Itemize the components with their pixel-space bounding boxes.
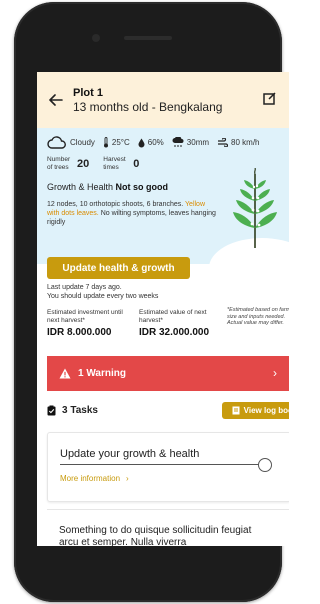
header-titles: Plot 1 13 months old - Bengkalang [73,87,222,114]
harvest-value: 0 [133,157,140,170]
last-update-text: Last update 7 days ago. [47,284,122,291]
harvest-label: Harvest times [103,156,126,171]
estimate-value: Estimated value of next harvest* IDR 32.… [139,309,221,338]
trees-value: 20 [77,157,90,170]
stat-harvest: Harvest times 0 [103,156,139,171]
plot-subtitle: 13 months old - Bengkalang [73,99,223,114]
weather-temperature: 25°C [103,137,130,148]
warning-banner[interactable]: 1 Warning › [47,356,289,391]
task-card-2-text: Something to do quisque sollicitudin feu… [59,525,252,546]
plot-info-panel: Cloudy 25°C 60% 30mm 80 km/h Number of t… [37,128,289,264]
droplet-icon [138,138,145,147]
harvest-value-amount: IDR 32.000.000 [139,327,210,338]
temperature-value: 25°C [111,138,130,147]
stat-trees: Number of trees 20 [47,156,89,171]
back-arrow-icon[interactable] [47,91,65,109]
humidity-value: 60% [147,138,164,147]
health-description: 12 nodes, 10 orthotopic shoots, 6 branch… [47,200,217,227]
estimate-investment: Estimated investment until next harvest*… [47,309,129,338]
speaker-grille [124,36,172,40]
update-frequency-text: You should update every two weeks [47,293,159,300]
task-progress-knob[interactable] [258,458,272,472]
wind-icon [218,138,229,147]
trees-label: Number of trees [47,156,71,171]
rain-value: 30mm [186,138,210,147]
phone-frame: Plot 1 13 months old - Bengkalang Cloudy… [14,2,289,602]
wind-value: 80 km/h [231,138,260,147]
view-logbook-button[interactable]: View log book [222,402,289,419]
clipboard-icon [47,405,56,416]
weather-humidity: 60% [138,138,164,148]
weather-condition: Cloudy [47,136,95,149]
update-meta: Last update 7 days ago. You should updat… [47,283,158,301]
camera-icon [92,34,100,42]
chevron-right-icon: › [126,474,129,483]
more-information-link[interactable]: More information › [60,474,129,483]
task-progress-track [60,464,266,465]
task-card[interactable]: Update your growth & health More informa… [47,432,289,502]
investment-value: IDR 8.000.000 [47,327,112,338]
edit-icon[interactable] [263,91,279,107]
health-status-value: Not so good [115,182,169,192]
more-information-label: More information [60,474,121,483]
health-label: Growth & Health [47,182,114,192]
weather-row: Cloudy 25°C 60% 30mm 80 km/h [47,136,279,149]
weather-rain: 30mm [172,137,209,148]
update-health-button[interactable]: Update health & growth [47,257,190,279]
logbook-label: View log book [243,406,289,415]
weather-condition-label: Cloudy [70,138,95,147]
cloud-icon [47,136,66,149]
app-screen: Plot 1 13 months old - Bengkalang Cloudy… [37,72,289,546]
tasks-header: 3 Tasks [47,405,98,416]
warning-icon [59,368,71,379]
estimate-note: *Estimated based on farm size and inputs… [227,307,289,326]
chevron-right-icon: › [273,366,277,380]
thermometer-icon [103,137,108,148]
header: Plot 1 13 months old - Bengkalang [37,72,289,128]
task-card-2[interactable]: Something to do quisque sollicitudin feu… [47,509,289,546]
investment-label: Estimated investment until next harvest* [47,309,123,324]
book-icon [232,406,240,415]
plot-title: Plot 1 [73,86,103,99]
weather-wind: 80 km/h [217,138,260,147]
plant-illustration [233,168,277,248]
tasks-label: 3 Tasks [62,405,98,416]
warning-label: 1 Warning [78,368,126,379]
harvest-value-label: Estimated value of next harvest* [139,309,207,324]
rain-icon [172,137,184,147]
task-card-title: Update your growth & health [60,448,200,460]
health-desc-1: 12 nodes, 10 orthotopic shoots, 6 branch… [47,201,184,208]
